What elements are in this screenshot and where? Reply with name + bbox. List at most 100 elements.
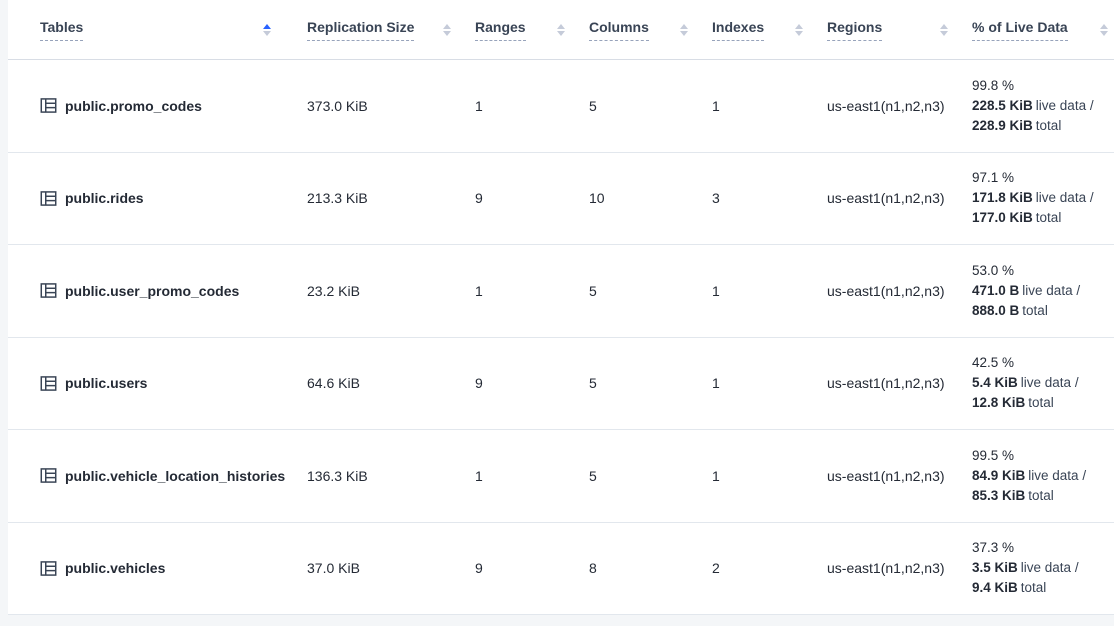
total-size-line: 9.4 KiBtotal xyxy=(972,578,1108,598)
live-data-size-line: 228.5 KiBlive data / xyxy=(972,96,1108,116)
indexes-value: 1 xyxy=(712,375,827,391)
regions-value: us-east1(n1,n2,n3) xyxy=(827,98,972,114)
table-name-link[interactable]: public.users xyxy=(65,375,147,391)
column-header-label: Tables xyxy=(40,19,83,41)
indexes-value: 1 xyxy=(712,283,827,299)
replication-size-value: 23.2 KiB xyxy=(307,283,475,299)
table-name-link[interactable]: public.rides xyxy=(65,190,144,206)
column-header[interactable]: Tables xyxy=(8,19,307,41)
sort-icon[interactable] xyxy=(680,24,688,36)
column-header[interactable]: Replication Size xyxy=(307,19,475,41)
table-row[interactable]: public.vehicles 37.0 KiB 9 8 2 us-east1(… xyxy=(8,523,1114,616)
regions-value: us-east1(n1,n2,n3) xyxy=(827,560,972,576)
table-body: public.promo_codes 373.0 KiB 1 5 1 us-ea… xyxy=(8,60,1114,615)
live-data-size-line: 471.0 Blive data / xyxy=(972,281,1108,301)
column-header-label: Columns xyxy=(589,19,649,41)
total-size-line: 228.9 KiBtotal xyxy=(972,116,1108,136)
columns-value: 5 xyxy=(589,283,712,299)
replication-size-value: 64.6 KiB xyxy=(307,375,475,391)
sort-icon[interactable] xyxy=(940,24,948,36)
live-data-size-line: 3.5 KiBlive data / xyxy=(972,558,1108,578)
column-header-label: Regions xyxy=(827,19,882,41)
table-row[interactable]: public.user_promo_codes 23.2 KiB 1 5 1 u… xyxy=(8,245,1114,338)
total-size-line: 177.0 KiBtotal xyxy=(972,208,1108,228)
live-data-percent: 99.8 % xyxy=(972,76,1108,96)
live-data-percent: 99.5 % xyxy=(972,446,1108,466)
columns-value: 5 xyxy=(589,375,712,391)
table-name-cell: public.vehicles xyxy=(8,560,307,577)
replication-size-value: 213.3 KiB xyxy=(307,190,475,206)
table-name-link[interactable]: public.vehicle_location_histories xyxy=(65,468,285,484)
regions-value: us-east1(n1,n2,n3) xyxy=(827,375,972,391)
live-data-cell: 99.8 % 228.5 KiBlive data / 228.9 KiBtot… xyxy=(972,76,1114,136)
column-header[interactable]: Regions xyxy=(827,19,972,41)
column-header[interactable]: Ranges xyxy=(475,19,589,41)
live-data-size-line: 171.8 KiBlive data / xyxy=(972,188,1108,208)
regions-value: us-east1(n1,n2,n3) xyxy=(827,283,972,299)
ranges-value: 9 xyxy=(475,190,589,206)
indexes-value: 1 xyxy=(712,468,827,484)
tables-list-card: Tables Replication Size Ranges Columns I… xyxy=(8,0,1114,615)
total-size-line: 888.0 Btotal xyxy=(972,301,1108,321)
live-data-cell: 53.0 % 471.0 Blive data / 888.0 Btotal xyxy=(972,261,1114,321)
columns-value: 10 xyxy=(589,190,712,206)
replication-size-value: 373.0 KiB xyxy=(307,98,475,114)
table-name-cell: public.rides xyxy=(8,190,307,207)
table-row[interactable]: public.promo_codes 373.0 KiB 1 5 1 us-ea… xyxy=(8,60,1114,153)
columns-value: 5 xyxy=(589,98,712,114)
table-row[interactable]: public.users 64.6 KiB 9 5 1 us-east1(n1,… xyxy=(8,338,1114,431)
indexes-value: 3 xyxy=(712,190,827,206)
sort-icon[interactable] xyxy=(795,24,803,36)
ranges-value: 1 xyxy=(475,283,589,299)
live-data-size-line: 84.9 KiBlive data / xyxy=(972,466,1108,486)
ranges-value: 9 xyxy=(475,375,589,391)
column-header[interactable]: Indexes xyxy=(712,19,827,41)
table-icon xyxy=(40,190,57,207)
table-name-link[interactable]: public.promo_codes xyxy=(65,98,202,114)
indexes-value: 1 xyxy=(712,98,827,114)
total-size-line: 12.8 KiBtotal xyxy=(972,393,1108,413)
live-data-cell: 97.1 % 171.8 KiBlive data / 177.0 KiBtot… xyxy=(972,168,1114,228)
column-header-label: % of Live Data xyxy=(972,19,1068,41)
live-data-cell: 99.5 % 84.9 KiBlive data / 85.3 KiBtotal xyxy=(972,446,1114,506)
table-icon xyxy=(40,467,57,484)
regions-value: us-east1(n1,n2,n3) xyxy=(827,190,972,206)
columns-value: 5 xyxy=(589,468,712,484)
table-icon xyxy=(40,97,57,114)
ranges-value: 1 xyxy=(475,98,589,114)
replication-size-value: 136.3 KiB xyxy=(307,468,475,484)
column-header-label: Replication Size xyxy=(307,19,414,41)
table-row[interactable]: public.rides 213.3 KiB 9 10 3 us-east1(n… xyxy=(8,153,1114,246)
ranges-value: 1 xyxy=(475,468,589,484)
column-header[interactable]: Columns xyxy=(589,19,712,41)
sort-icon[interactable] xyxy=(557,24,565,36)
live-data-cell: 42.5 % 5.4 KiBlive data / 12.8 KiBtotal xyxy=(972,353,1114,413)
table-icon xyxy=(40,282,57,299)
live-data-percent: 42.5 % xyxy=(972,353,1108,373)
indexes-value: 2 xyxy=(712,560,827,576)
live-data-percent: 97.1 % xyxy=(972,168,1108,188)
live-data-size-line: 5.4 KiBlive data / xyxy=(972,373,1108,393)
live-data-percent: 37.3 % xyxy=(972,538,1108,558)
table-name-cell: public.users xyxy=(8,375,307,392)
live-data-percent: 53.0 % xyxy=(972,261,1108,281)
column-header-label: Ranges xyxy=(475,19,526,41)
column-header[interactable]: % of Live Data xyxy=(972,19,1114,41)
table-icon xyxy=(40,560,57,577)
table-header-row: Tables Replication Size Ranges Columns I… xyxy=(8,0,1114,60)
column-header-label: Indexes xyxy=(712,19,764,41)
sort-icon[interactable] xyxy=(1100,24,1108,36)
table-icon xyxy=(40,375,57,392)
total-size-line: 85.3 KiBtotal xyxy=(972,486,1108,506)
sort-icon[interactable] xyxy=(263,24,271,36)
sort-icon[interactable] xyxy=(443,24,451,36)
table-row[interactable]: public.vehicle_location_histories 136.3 … xyxy=(8,430,1114,523)
table-name-cell: public.vehicle_location_histories xyxy=(8,467,307,484)
ranges-value: 9 xyxy=(475,560,589,576)
table-name-cell: public.promo_codes xyxy=(8,97,307,114)
table-name-cell: public.user_promo_codes xyxy=(8,282,307,299)
columns-value: 8 xyxy=(589,560,712,576)
live-data-cell: 37.3 % 3.5 KiBlive data / 9.4 KiBtotal xyxy=(972,538,1114,598)
table-name-link[interactable]: public.user_promo_codes xyxy=(65,283,239,299)
table-name-link[interactable]: public.vehicles xyxy=(65,560,165,576)
